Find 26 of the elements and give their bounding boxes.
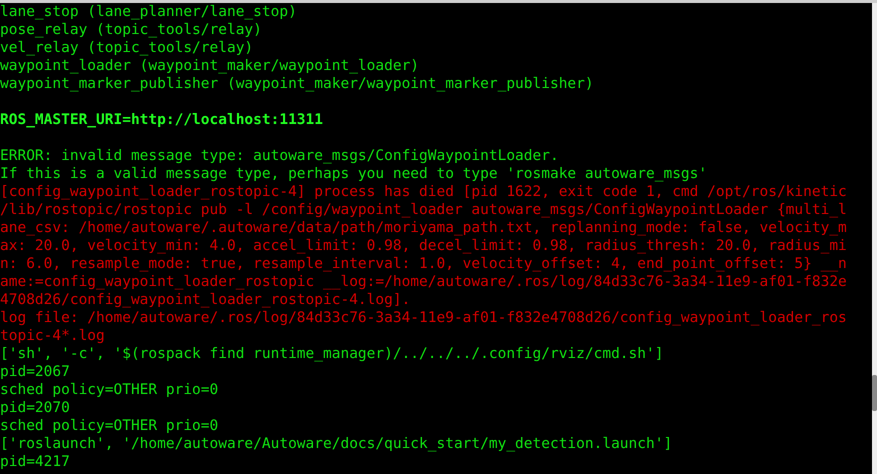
error-line: [config_waypoint_loader_rostopic-4] process has died [pid 1622, exit code 1, cmd /opt/ros/kinetic: [0, 183, 847, 201]
terminal-line: ['sh', '-c', '$(rospack find runtime_manager)/../../../.config/rviz/cmd.sh']: [0, 345, 664, 363]
terminal-line: pid=4217: [0, 453, 70, 471]
error-line: log file: /home/autoware/.ros/log/84d33c76-3a34-11e9-af01-f832e4708d26/config_waypoint_loader_ros: [0, 309, 847, 327]
error-line: 4708d26/config_waypoint_loader_rostopic-4.log].: [0, 291, 410, 309]
terminal-line: vel_relay (topic_tools/relay): [0, 39, 254, 57]
terminal-line: ['roslaunch', '/home/autoware/Autoware/docs/quick_start/my_detection.launch']: [0, 435, 672, 453]
terminal-line: ROS_MASTER_URI=http://localhost:11311: [0, 111, 324, 129]
error-line: /lib/rostopic/rostopic pub -l /config/waypoint_loader autoware_msgs/ConfigWaypointLoader {multi_l: [0, 201, 847, 219]
error-line: ane_csv: /home/autoware/.autoware/data/path/moriyama_path.txt, replanning_mode: false, velocity_m: [0, 219, 847, 237]
scrollbar[interactable]: [872, 3, 877, 474]
error-line: ax: 20.0, velocity_min: 4.0, accel_limit: 0.98, decel_limit: 0.98, radius_thresh: 20.0, radius_mi: [0, 237, 847, 255]
terminal-line: pid=2070: [0, 399, 70, 417]
error-line: n: 6.0, resample_mode: true, resample_interval: 1.0, velocity_offset: 4, end_point_offset: 5} __n: [0, 255, 847, 273]
terminal-line: sched policy=OTHER prio=0: [0, 381, 218, 399]
terminal-line: waypoint_loader (waypoint_maker/waypoint_loader): [0, 57, 420, 75]
terminal-line: ERROR: invalid message type: autoware_msgs/ConfigWaypointLoader.: [0, 147, 559, 165]
terminal-line: sched policy=OTHER prio=0: [0, 417, 218, 435]
terminal-line: If this is a valid message type, perhaps you need to type 'rosmake autoware_msgs': [0, 165, 708, 183]
terminal-line: pose_relay (topic_tools/relay): [0, 21, 262, 39]
terminal-line: waypoint_marker_publisher (waypoint_maker/waypoint_marker_publisher): [0, 75, 594, 93]
terminal-line: lane_stop (lane_planner/lane_stop): [0, 3, 297, 21]
error-line: topic-4*.log: [0, 327, 105, 345]
terminal-line: pid=2067: [0, 363, 70, 381]
error-line: ame:=config_waypoint_loader_rostopic __log:=/home/autoware/.ros/log/84d33c76-3a34-11e9-af01-f832e: [0, 273, 847, 291]
scrollbar-thumb[interactable]: [872, 375, 877, 411]
